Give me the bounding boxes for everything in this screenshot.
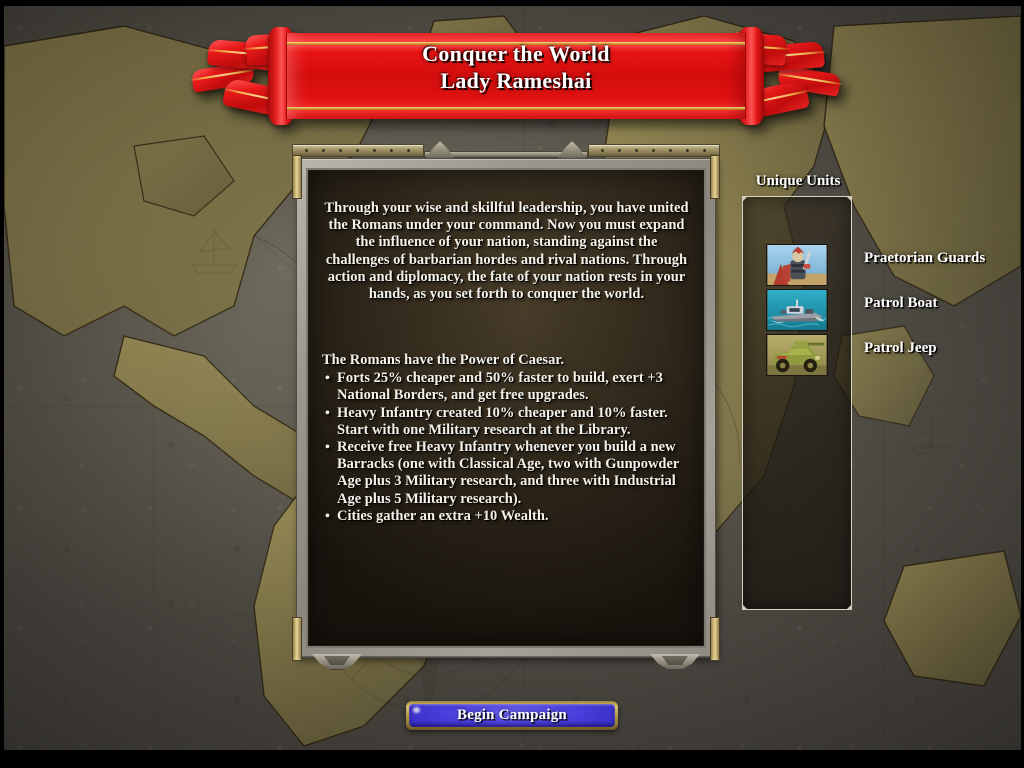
list-item-label: Receive free Heavy Infantry whenever you… xyxy=(337,439,680,507)
bullet-icon: • xyxy=(325,440,330,456)
unique-units-title: Unique Units xyxy=(755,173,841,189)
unique-units-panel: Unique Units xyxy=(742,173,852,610)
panel-rail-bar-left xyxy=(292,144,424,157)
panel-corner-strip xyxy=(292,155,302,199)
roman-legionary-icon xyxy=(767,245,827,285)
nation-power-block: The Romans have the Power of Caesar. • F… xyxy=(322,352,691,525)
list-item-label: Forts 25% cheaper and 50% faster to buil… xyxy=(337,370,663,404)
list-item-label: Heavy Infantry created 10% cheaper and 1… xyxy=(337,404,668,438)
panel-corner-strip xyxy=(710,617,720,661)
panel-foot-ornament xyxy=(312,654,362,670)
page-title: Conquer the World Lady Rameshai xyxy=(422,41,610,93)
panel-corner-strip xyxy=(710,155,720,199)
list-item: • Heavy Infantry created 10% cheaper and… xyxy=(322,405,691,439)
list-item: • Receive free Heavy Infantry whenever y… xyxy=(322,439,691,508)
nation-power-bullet-list: • Forts 25% cheaper and 50% faster to bu… xyxy=(322,370,691,525)
patrol-jeep-icon xyxy=(767,335,827,375)
rivet-row-icon xyxy=(298,148,418,153)
bullet-icon: • xyxy=(325,405,330,421)
nation-power-heading: The Romans have the Power of Caesar. xyxy=(322,352,565,368)
begin-campaign-button[interactable]: Begin Campaign xyxy=(406,701,618,730)
begin-campaign-button-face: Begin Campaign xyxy=(409,704,615,727)
panel-corner-strip xyxy=(292,617,302,661)
conquer-the-world-screen: Conquer the World Lady Rameshai Through … xyxy=(0,0,1024,768)
list-item: • Forts 25% cheaper and 50% faster to bu… xyxy=(322,370,691,404)
panel-corner-notch xyxy=(742,604,748,610)
unit-thumbnail-patrol-jeep[interactable] xyxy=(766,334,828,376)
list-item: • Cities gather an extra +10 Wealth. xyxy=(322,508,691,525)
unit-label-praetorian-guards: Praetorian Guards xyxy=(864,250,986,266)
panel-frame: Through your wise and skillful leadershi… xyxy=(292,155,720,661)
bullet-icon: • xyxy=(325,508,330,524)
list-item-label: Cities gather an extra +10 Wealth. xyxy=(337,507,549,524)
unit-thumbnail-patrol-boat[interactable] xyxy=(766,289,828,331)
unit-thumbnail-praetorian-guards[interactable] xyxy=(766,244,828,286)
campaign-description-panel: Through your wise and skillful leadershi… xyxy=(288,140,724,680)
unit-label-patrol-jeep: Patrol Jeep xyxy=(864,340,937,356)
rivet-row-icon xyxy=(594,148,714,153)
title-banner: Conquer the World Lady Rameshai xyxy=(187,22,845,134)
panel-foot-ornament xyxy=(650,654,700,670)
patrol-boat-icon xyxy=(767,290,827,330)
panel-corner-notch xyxy=(846,196,852,202)
bullet-icon: • xyxy=(325,371,330,387)
unit-label-patrol-boat: Patrol Boat xyxy=(864,295,938,311)
panel-corner-notch xyxy=(742,196,748,202)
map-ship-engraving-icon xyxy=(191,227,237,274)
panel-rail-bar-right xyxy=(588,144,720,157)
panel-corner-notch xyxy=(846,604,852,610)
begin-campaign-label: Begin Campaign xyxy=(457,707,567,723)
campaign-intro-text: Through your wise and skillful leadershi… xyxy=(324,200,689,303)
panel-content-area: Through your wise and skillful leadershi… xyxy=(306,168,706,648)
map-ship-engraving-icon xyxy=(910,411,953,455)
